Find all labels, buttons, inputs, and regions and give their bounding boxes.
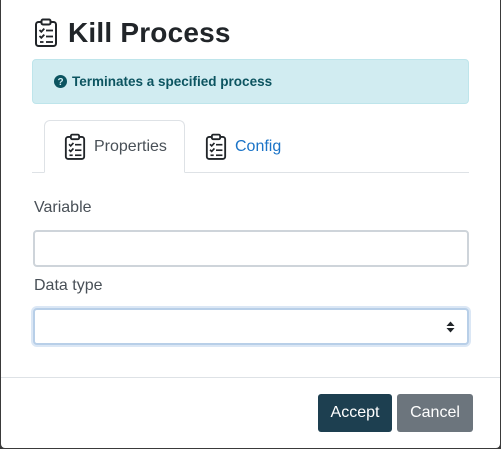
data-type-select[interactable] <box>33 308 469 345</box>
variable-label: Variable <box>34 199 92 216</box>
cancel-button[interactable]: Cancel <box>397 394 473 432</box>
data-type-label: Data type <box>34 277 103 294</box>
clipboard-checklist-icon <box>205 133 227 160</box>
accept-button[interactable]: Accept <box>318 394 392 432</box>
footer-divider <box>1 377 500 378</box>
select-arrows-icon <box>446 321 455 333</box>
variable-input[interactable] <box>33 230 469 267</box>
svg-text:?: ? <box>57 77 63 88</box>
tab-properties[interactable]: Properties <box>44 120 185 173</box>
info-alert: ? Terminates a specified process <box>32 59 469 104</box>
question-circle-icon: ? <box>54 75 67 88</box>
kill-process-dialog: Kill Process ? Terminates a specified pr… <box>1 0 500 448</box>
tab-bar: Properties Config <box>32 120 469 173</box>
dialog-title: Kill Process <box>68 17 231 48</box>
info-alert-text: Terminates a specified process <box>72 74 273 89</box>
tab-properties-label: Properties <box>94 137 167 155</box>
dialog-header: Kill Process <box>34 16 231 50</box>
clipboard-checklist-icon <box>64 133 86 160</box>
tab-config-label: Config <box>235 137 282 155</box>
clipboard-checklist-icon <box>35 18 57 47</box>
tab-config[interactable]: Config <box>205 120 281 173</box>
